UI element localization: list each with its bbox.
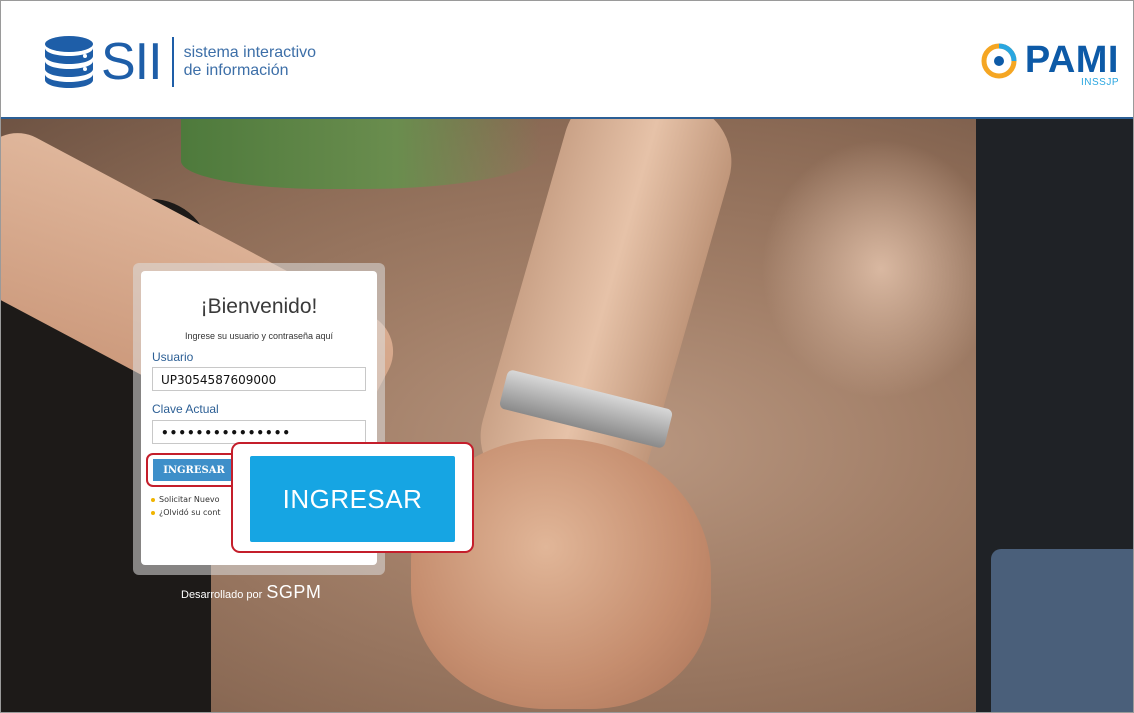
username-field[interactable]: UP3054587609000	[152, 367, 366, 391]
foliage-shape	[181, 119, 541, 189]
developer-name: SGPM	[266, 582, 322, 602]
pami-wordmark: PAMI INSSJP	[1025, 41, 1119, 88]
database-icon	[45, 36, 93, 88]
zoomed-login-button[interactable]: INGRESAR	[250, 456, 455, 542]
developed-by: Desarrollado por SGPM	[181, 582, 321, 603]
sii-tagline: sistema interactivo de información	[184, 44, 317, 80]
zoom-callout: INGRESAR	[231, 442, 474, 553]
welcome-title: ¡Bienvenido!	[200, 295, 318, 318]
bullet-icon	[151, 510, 155, 515]
path-highlight	[761, 139, 1001, 399]
pami-logo-text: PAMI	[1024, 39, 1119, 81]
sii-logo-text: SII	[101, 33, 163, 91]
password-label: Clave Actual	[152, 402, 219, 416]
right-person-jeans	[991, 549, 1133, 712]
pami-ring-icon	[981, 43, 1017, 79]
forgot-password-link[interactable]: ¿Olvidó su cont	[151, 506, 221, 519]
sii-logo[interactable]: SII sistema interactivo de información	[41, 31, 316, 93]
login-instructions: Ingrese su usuario y contraseña aquí	[184, 331, 334, 341]
help-links: Solicitar Nuevo ¿Olvidó su cont	[151, 493, 221, 519]
username-label: Usuario	[152, 350, 194, 364]
sii-tagline-line2: de información	[183, 62, 289, 79]
login-button[interactable]: INGRESAR	[153, 459, 235, 481]
browser-frame: SII sistema interactivo de información P…	[0, 0, 1134, 713]
logo-divider	[171, 37, 174, 87]
page-header: SII sistema interactivo de información P…	[1, 1, 1133, 119]
request-new-link[interactable]: Solicitar Nuevo	[151, 493, 221, 506]
forgot-password-link-text: ¿Olvidó su cont	[159, 508, 221, 517]
developed-by-label: Desarrollado por	[181, 589, 263, 601]
sii-tagline-line1: sistema interactivo	[183, 44, 317, 61]
pami-logo[interactable]: PAMI INSSJP	[981, 41, 1119, 88]
request-new-link-text: Solicitar Nuevo	[159, 495, 220, 504]
login-button-highlight: INGRESAR	[146, 453, 242, 487]
bullet-icon	[151, 497, 155, 502]
password-field[interactable]: •••••••••••••••	[152, 420, 366, 444]
pami-sub-text: INSSJP	[1080, 77, 1119, 88]
